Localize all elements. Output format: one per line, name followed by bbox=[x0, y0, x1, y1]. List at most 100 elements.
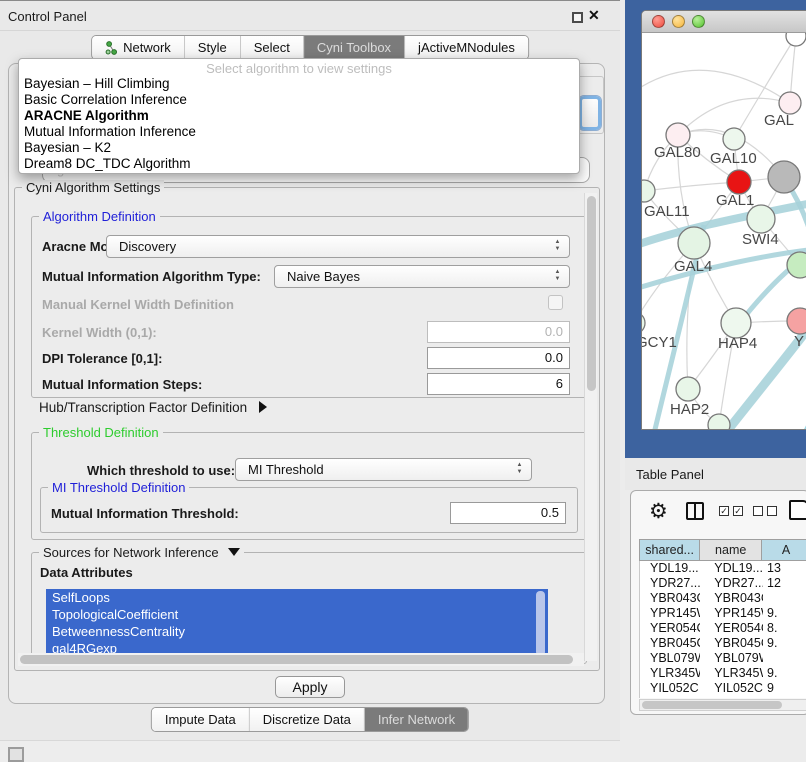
table-row[interactable]: YBR045CYBR045C9. bbox=[640, 636, 806, 651]
network-node-hap4[interactable] bbox=[721, 308, 751, 338]
table-row[interactable]: YDL19...YDL19...13 bbox=[640, 561, 806, 576]
network-edge[interactable] bbox=[794, 363, 806, 430]
scrollbar-thumb[interactable] bbox=[587, 196, 596, 391]
table-row[interactable]: YPR145WYPR145W9. bbox=[640, 606, 806, 621]
aracne-mode-value: Discovery bbox=[119, 239, 176, 254]
columns-icon[interactable] bbox=[686, 502, 704, 520]
data-attributes-list[interactable]: SelfLoopsTopologicalCoefficientBetweenne… bbox=[46, 589, 548, 659]
gear-icon[interactable]: ⚙ bbox=[649, 499, 668, 524]
table-row[interactable]: YBL079WYBL079W bbox=[640, 651, 806, 666]
algorithm-option-bayesian-hill-climbing[interactable]: Bayesian – Hill Climbing bbox=[19, 76, 579, 92]
column-header-name[interactable]: name bbox=[700, 540, 762, 560]
checked-checkbox-icon[interactable]: ✓ bbox=[719, 506, 729, 516]
node-label-swi4: SWI4 bbox=[742, 231, 779, 248]
float-panel-icon[interactable] bbox=[572, 12, 583, 23]
mi-steps-field[interactable]: 6 bbox=[427, 373, 570, 395]
network-edge[interactable] bbox=[642, 70, 790, 103]
network-node-y[interactable] bbox=[787, 308, 806, 334]
control-panel-titlebar: Control Panel ✕ bbox=[0, 2, 620, 31]
network-node-gal[interactable] bbox=[779, 92, 801, 114]
node-label-gal80: GAL80 bbox=[654, 144, 701, 161]
unchecked-checkbox-icon[interactable] bbox=[767, 506, 777, 516]
attribute-item-betweennesscentrality[interactable]: BetweennessCentrality bbox=[46, 623, 548, 640]
tab-infer-network[interactable]: Infer Network bbox=[365, 708, 468, 731]
table-toolbar: ⚙ ✓ ✓ bbox=[631, 497, 806, 533]
settings-horizontal-scrollbar[interactable] bbox=[18, 653, 584, 666]
dpi-tolerance-field[interactable]: 0.0 bbox=[427, 347, 570, 369]
table-cell: YPR145W bbox=[640, 606, 700, 621]
table-row[interactable]: YER054CYER054C8. bbox=[640, 621, 806, 636]
network-node-gal4[interactable] bbox=[678, 227, 710, 259]
column-header-a[interactable]: A bbox=[762, 540, 806, 560]
scrollbar-thumb[interactable] bbox=[642, 701, 782, 709]
network-node-gal11[interactable] bbox=[642, 180, 655, 202]
network-node[interactable] bbox=[768, 161, 800, 193]
network-node-gcy1[interactable] bbox=[642, 312, 645, 334]
network-node-hap2[interactable] bbox=[676, 377, 700, 401]
which-threshold-label: Which threshold to use: bbox=[87, 463, 235, 478]
table-cell: YBL079W bbox=[700, 651, 763, 666]
kernel-width-field[interactable]: 0.0 bbox=[427, 321, 570, 343]
unchecked-checkbox-icon[interactable] bbox=[753, 506, 763, 516]
hidden-combo-button[interactable] bbox=[578, 95, 602, 131]
tab-cyni-toolbox[interactable]: Cyni Toolbox bbox=[304, 36, 405, 59]
algorithm-definition-group: Algorithm Definition Aracne Mode: Discov… bbox=[31, 216, 587, 398]
attribute-item-topologicalcoefficient[interactable]: TopologicalCoefficient bbox=[46, 606, 548, 623]
network-node-swi4[interactable] bbox=[747, 205, 775, 233]
mi-threshold-group-title: MI Threshold Definition bbox=[48, 480, 189, 495]
network-node[interactable] bbox=[786, 33, 806, 46]
network-edge[interactable] bbox=[644, 182, 739, 191]
network-node-gal10[interactable] bbox=[723, 128, 745, 150]
mi-type-select[interactable]: Naive Bayes ▲▼ bbox=[274, 265, 570, 288]
manual-kernel-checkbox[interactable] bbox=[548, 295, 563, 310]
zoom-traffic-light-icon[interactable] bbox=[692, 15, 705, 28]
network-view-window[interactable]: GALGAL80GAL10GAL1GAL11SWI4GAL4GCY1HAP4YH… bbox=[641, 10, 806, 430]
table-cell: YLR345W bbox=[700, 666, 763, 681]
network-graph-canvas[interactable]: GALGAL80GAL10GAL1GAL11SWI4GAL4GCY1HAP4YH… bbox=[642, 33, 806, 430]
scrollbar-thumb[interactable] bbox=[20, 655, 573, 664]
tab-select[interactable]: Select bbox=[241, 36, 304, 59]
tab-style[interactable]: Style bbox=[185, 36, 241, 59]
mi-threshold-field[interactable]: 0.5 bbox=[450, 502, 566, 524]
algorithm-option-mutual-information-inference[interactable]: Mutual Information Inference bbox=[19, 124, 579, 140]
algorithm-dropdown-list: Select algorithm to view settings Bayesi… bbox=[18, 58, 580, 174]
network-node-gal1[interactable] bbox=[727, 170, 751, 194]
table-row[interactable]: YDR27...YDR27...12 bbox=[640, 576, 806, 591]
table-row[interactable]: YIL052CYIL052C9 bbox=[640, 681, 806, 696]
settings-vertical-scrollbar[interactable] bbox=[584, 193, 597, 661]
table-row[interactable]: YBR043CYBR043C bbox=[640, 591, 806, 606]
network-edge[interactable] bbox=[642, 248, 806, 291]
tab-network[interactable]: Network bbox=[92, 36, 185, 59]
list-scrollbar[interactable] bbox=[536, 591, 545, 656]
minimize-traffic-light-icon[interactable] bbox=[672, 15, 685, 28]
table-cell: YBR045C bbox=[640, 636, 700, 651]
aracne-mode-select[interactable]: Discovery ▲▼ bbox=[106, 235, 570, 258]
node-label-gal4: GAL4 bbox=[674, 258, 712, 275]
document-icon[interactable] bbox=[789, 500, 806, 520]
algorithm-option-bayesian-k2[interactable]: Bayesian – K2 bbox=[19, 140, 579, 156]
tab-discretize-data[interactable]: Discretize Data bbox=[250, 708, 365, 731]
algorithm-option-dream8-dc-tdc-algorithm[interactable]: Dream8 DC_TDC Algorithm bbox=[19, 156, 579, 172]
tab-jactivemnodules[interactable]: jActiveMNodules bbox=[405, 36, 528, 59]
collapsed-panel-icon[interactable] bbox=[8, 747, 24, 762]
table-row[interactable]: YLR345WYLR345W9. bbox=[640, 666, 806, 681]
network-node[interactable] bbox=[787, 252, 806, 278]
table-cell: YPR145W bbox=[700, 606, 763, 621]
tab-impute-data[interactable]: Impute Data bbox=[152, 708, 250, 731]
checked-checkbox-icon[interactable]: ✓ bbox=[733, 506, 743, 516]
close-icon[interactable]: ✕ bbox=[588, 7, 600, 24]
table-panel-titlebar: Table Panel bbox=[625, 458, 806, 490]
network-node[interactable] bbox=[708, 414, 730, 430]
tab-label: Select bbox=[254, 40, 290, 55]
column-header-shared[interactable]: shared... bbox=[640, 540, 700, 560]
algorithm-option-aracne-algorithm[interactable]: ARACNE Algorithm bbox=[19, 108, 579, 124]
which-threshold-select[interactable]: MI Threshold ▲▼ bbox=[235, 458, 532, 481]
table-cell bbox=[763, 591, 806, 606]
table-horizontal-scrollbar[interactable] bbox=[639, 699, 806, 711]
attribute-item-selfloops[interactable]: SelfLoops bbox=[46, 589, 548, 606]
apply-button[interactable]: Apply bbox=[275, 676, 345, 698]
hub-section-toggle[interactable]: Hub/Transcription Factor Definition bbox=[39, 400, 267, 415]
close-traffic-light-icon[interactable] bbox=[652, 15, 665, 28]
algorithm-option-basic-correlation-inference[interactable]: Basic Correlation Inference bbox=[19, 92, 579, 108]
sources-group-title[interactable]: Sources for Network Inference bbox=[39, 545, 244, 560]
